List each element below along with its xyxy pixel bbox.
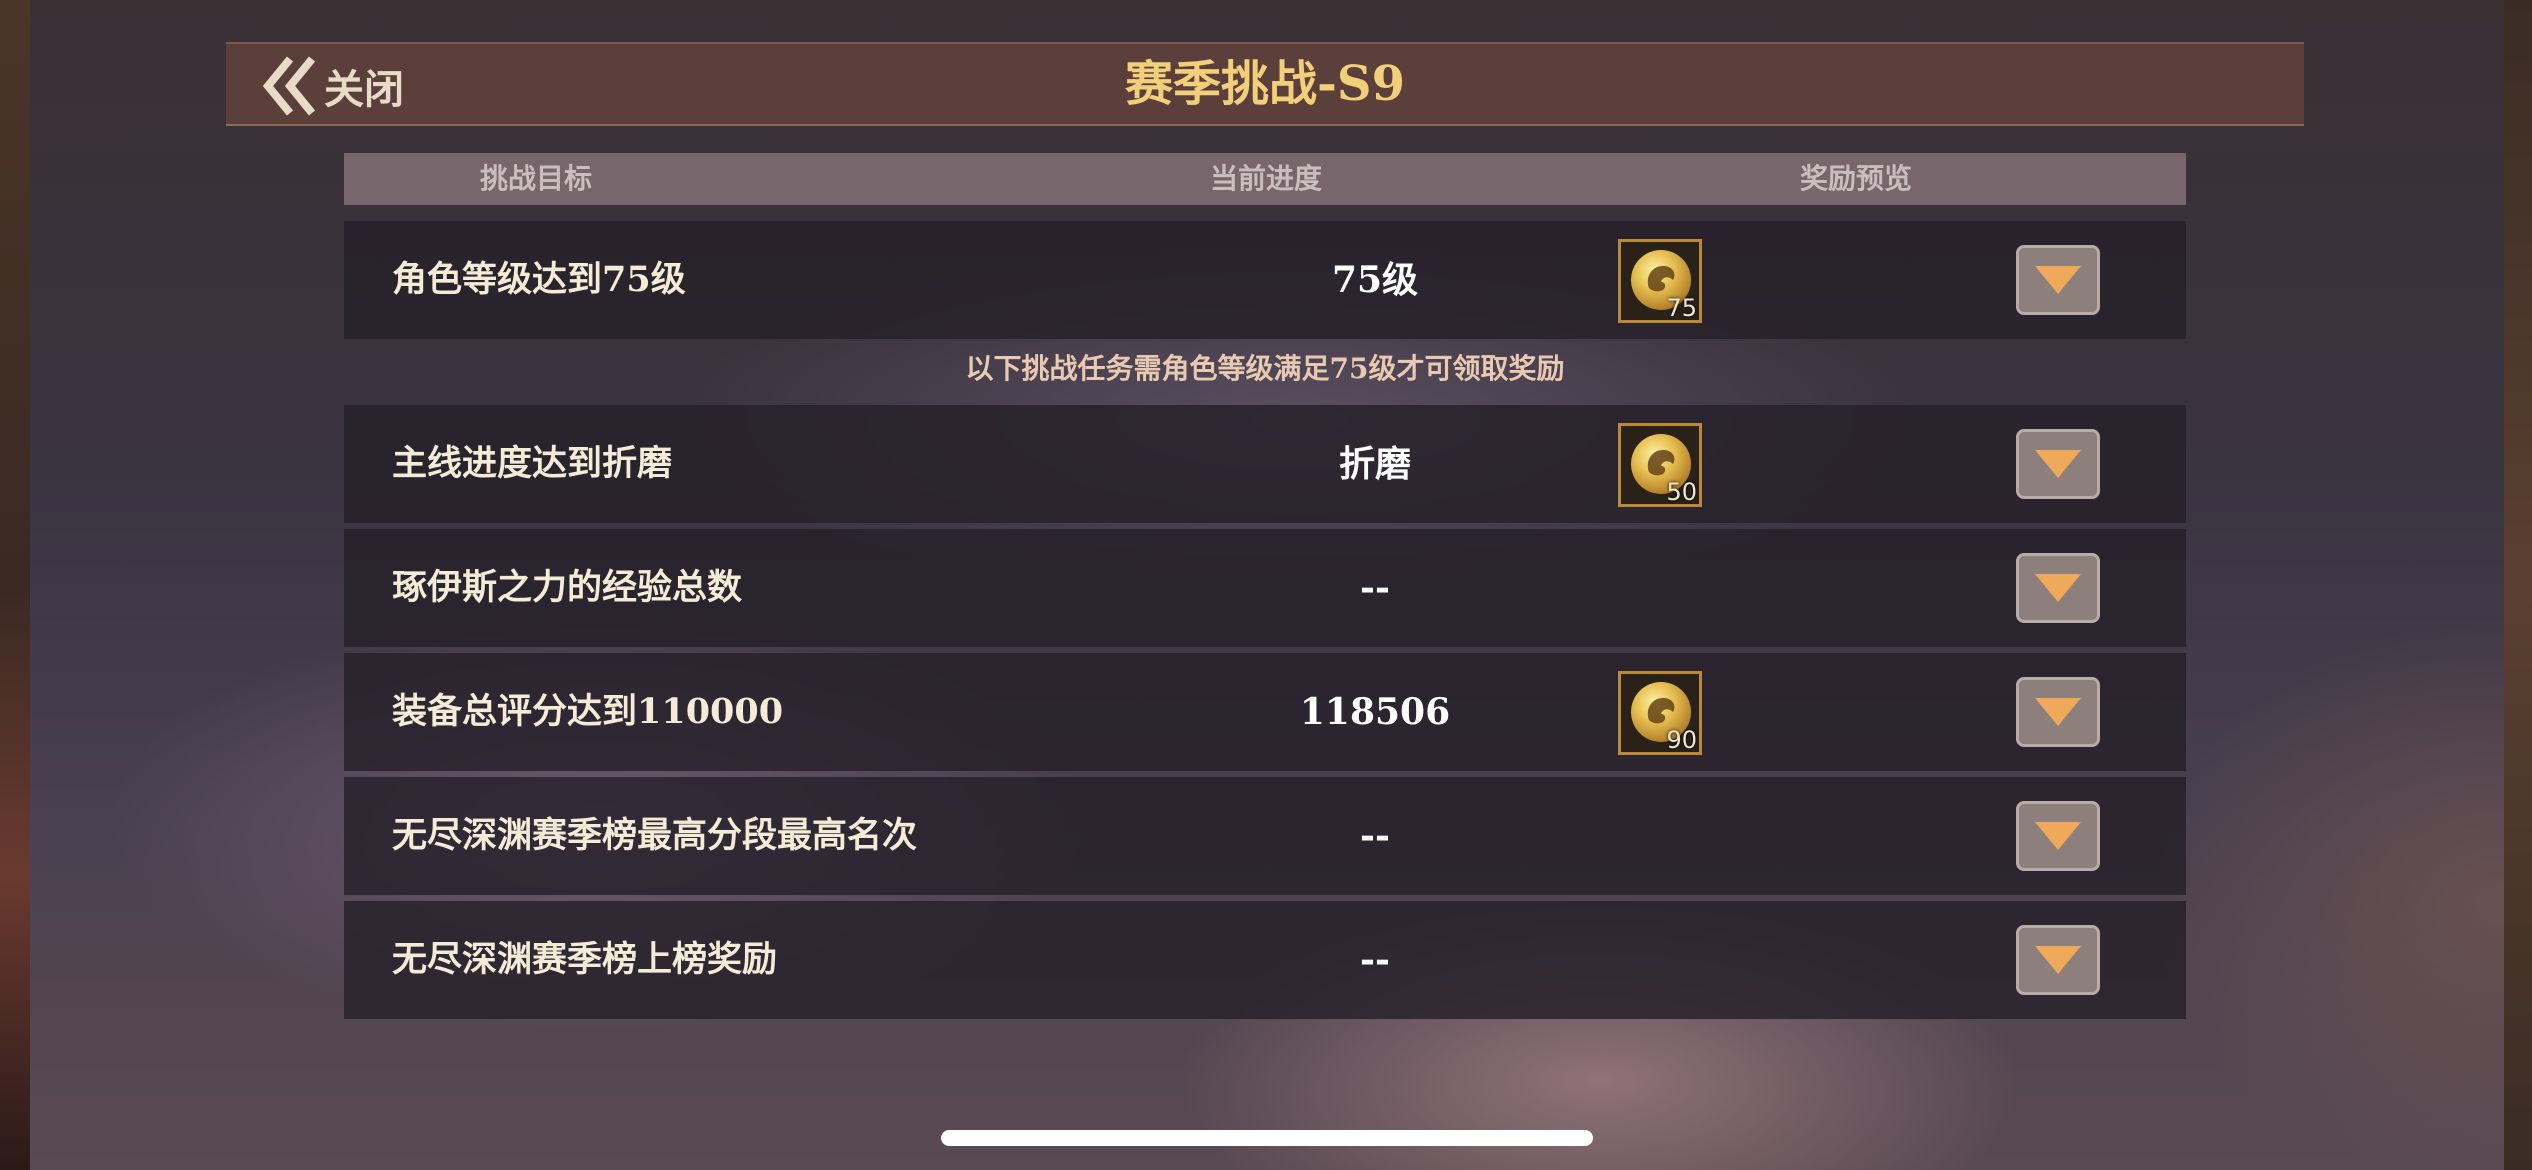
expand-button[interactable] <box>2016 925 2100 995</box>
challenge-progress: 折磨 <box>1338 443 1411 485</box>
expand-button[interactable] <box>2016 245 2100 315</box>
triangle-down-icon <box>2035 266 2081 294</box>
column-progress: 当前进度 <box>1210 162 1323 195</box>
triangle-down-icon <box>2035 946 2081 974</box>
challenge-label: 主线进度达到折磨 <box>392 443 673 484</box>
column-target: 挑战目标 <box>480 162 593 195</box>
challenge-row: 装备总评分达到110000 118506 90 <box>344 653 2186 771</box>
challenge-progress: 118506 <box>1299 691 1451 733</box>
reward-item[interactable]: 75 <box>1618 239 1702 323</box>
challenge-progress: -- <box>1360 939 1390 981</box>
challenge-row: 琢伊斯之力的经验总数 -- <box>344 529 2186 647</box>
challenge-progress: -- <box>1360 567 1390 609</box>
challenge-row: 无尽深渊赛季榜上榜奖励 -- <box>344 901 2186 1019</box>
reward-item[interactable]: 50 <box>1618 423 1702 507</box>
triangle-down-icon <box>2035 698 2081 726</box>
expand-button[interactable] <box>2016 429 2100 499</box>
challenge-label: 装备总评分达到110000 <box>392 691 784 732</box>
reward-count: 90 <box>1666 726 1697 754</box>
reward-item[interactable]: 90 <box>1618 671 1702 755</box>
challenge-label: 琢伊斯之力的经验总数 <box>392 567 743 608</box>
expand-button[interactable] <box>2016 801 2100 871</box>
challenge-row: 角色等级达到75级 75级 75 <box>344 221 2186 339</box>
home-indicator[interactable] <box>941 1130 1593 1146</box>
expand-button[interactable] <box>2016 677 2100 747</box>
expand-button[interactable] <box>2016 553 2100 623</box>
challenge-label: 无尽深渊赛季榜最高分段最高名次 <box>392 815 918 856</box>
level-requirement-notice: 以下挑战任务需角色等级满足75级才可领取奖励 <box>965 352 1565 385</box>
page-title: 赛季挑战-S9 <box>1125 56 1405 112</box>
triangle-down-icon <box>2035 574 2081 602</box>
column-reward: 奖励预览 <box>1800 162 1913 195</box>
challenge-progress: 75级 <box>1331 259 1419 301</box>
challenge-label: 角色等级达到75级 <box>392 259 686 300</box>
header-bar: 关闭 赛季挑战-S9 <box>226 42 2304 126</box>
challenge-row: 主线进度达到折磨 折磨 50 <box>344 405 2186 523</box>
left-edge-scenery <box>0 0 30 1170</box>
triangle-down-icon <box>2035 450 2081 478</box>
triangle-down-icon <box>2035 822 2081 850</box>
reward-count: 75 <box>1666 294 1697 322</box>
challenge-row: 无尽深渊赛季榜最高分段最高名次 -- <box>344 777 2186 895</box>
challenge-progress: -- <box>1360 815 1390 857</box>
column-header: 挑战目标 当前进度 奖励预览 <box>344 153 2186 205</box>
reward-count: 50 <box>1666 478 1697 506</box>
challenge-label: 无尽深渊赛季榜上榜奖励 <box>392 939 778 980</box>
right-edge-scenery <box>2504 0 2532 1170</box>
